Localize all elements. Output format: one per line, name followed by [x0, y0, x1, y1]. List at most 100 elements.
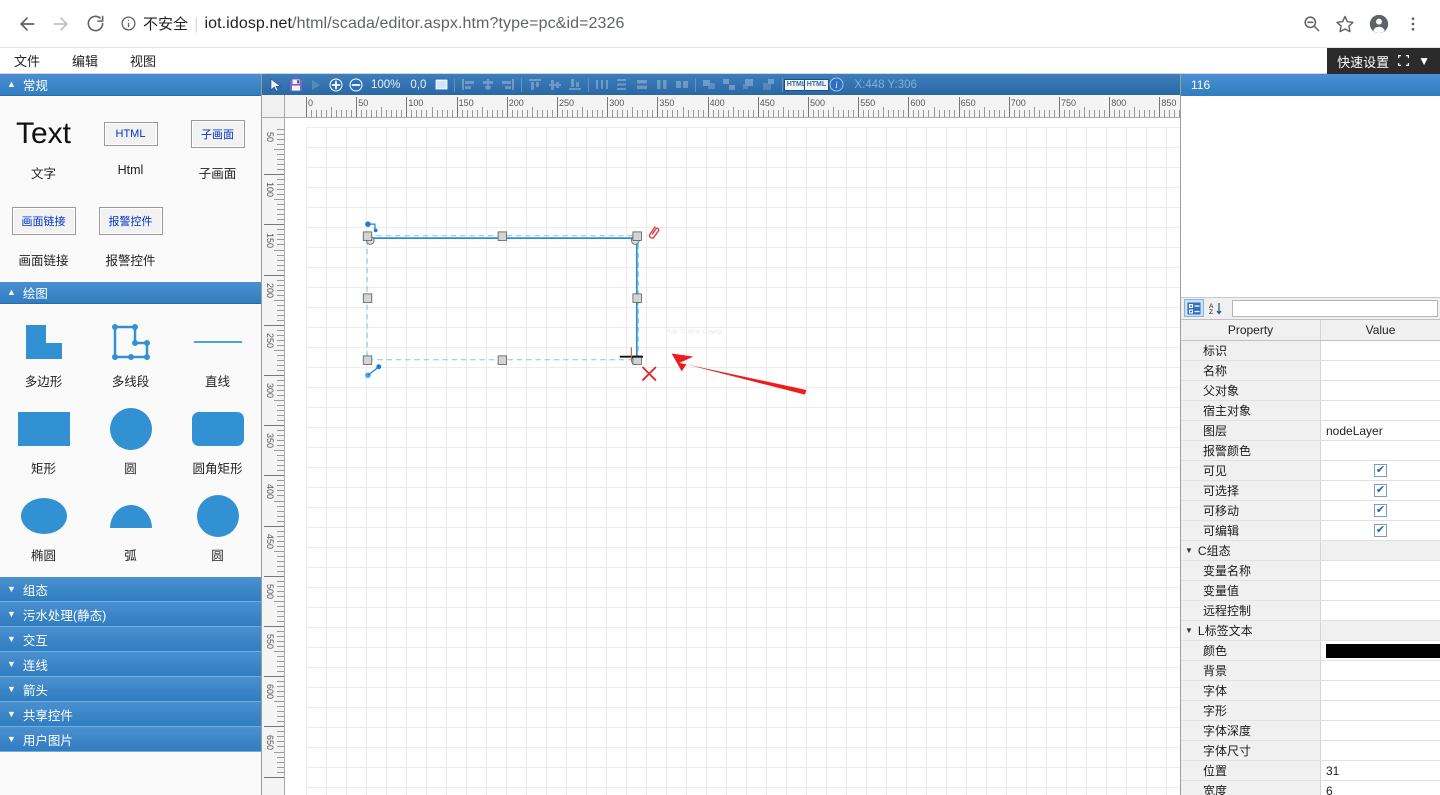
property-value[interactable]: ✔ [1321, 461, 1440, 481]
property-value[interactable] [1321, 641, 1440, 661]
fit-icon[interactable] [1397, 54, 1410, 69]
property-row-host[interactable]: 宿主对象 [1181, 401, 1440, 422]
property-row-alarm-color[interactable]: 报警颜色 [1181, 441, 1440, 462]
palette-section-zutai[interactable]: ▼ 组态 [0, 577, 261, 602]
property-row-width[interactable]: 宽度 6 [1181, 781, 1440, 795]
align-bottom-icon[interactable] [565, 75, 585, 94]
html-import-icon[interactable]: HTML [803, 75, 830, 94]
palette-item-alarm-widget[interactable]: 报警控件 报警控件 [87, 191, 174, 278]
palette-item-text[interactable]: Text 文字 [0, 104, 87, 191]
property-value[interactable] [1321, 661, 1440, 681]
palette-section-shared-widgets[interactable]: ▼ 共享控件 [0, 702, 261, 727]
property-row-font-size[interactable]: 字体尺寸 [1181, 741, 1440, 762]
distribute-v-icon[interactable] [612, 75, 632, 94]
quick-settings-button[interactable]: 快速设置 ▼ [1327, 48, 1440, 74]
palette-item-ellipse[interactable]: 椭圆 [0, 486, 87, 573]
sort-alphabetical-icon[interactable]: AZ [1206, 299, 1226, 317]
chevron-down-icon[interactable]: ▼ [1418, 55, 1430, 67]
property-row-movable[interactable]: 可移动 ✔ [1181, 501, 1440, 522]
palette-section-user-images[interactable]: ▼ 用户图片 [0, 727, 261, 752]
property-row-color[interactable]: 颜色 [1181, 641, 1440, 662]
palette-section-general-header[interactable]: ▲ 常规 [0, 74, 261, 96]
property-row-layer[interactable]: 图层 nodeLayer [1181, 421, 1440, 442]
account-icon[interactable] [1362, 7, 1396, 41]
property-value[interactable]: ✔ [1321, 481, 1440, 501]
cursor-icon[interactable] [266, 75, 286, 94]
property-value[interactable] [1321, 561, 1440, 581]
property-value[interactable] [1321, 441, 1440, 461]
run-icon[interactable] [306, 75, 326, 94]
property-row-selectable[interactable]: 可选择 ✔ [1181, 481, 1440, 502]
property-value[interactable] [1321, 341, 1440, 361]
property-value[interactable] [1321, 721, 1440, 741]
property-value[interactable] [1321, 401, 1440, 421]
palette-item-subscreen[interactable]: 子画面 子画面 [174, 104, 261, 191]
palette-item-html[interactable]: HTML Html [87, 104, 174, 191]
palette-item-rectangle[interactable]: 矩形 [0, 399, 87, 486]
ungroup-icon[interactable] [719, 75, 739, 94]
property-group-c-zutai[interactable]: ▼ C组态 [1181, 541, 1440, 562]
back-button[interactable] [10, 7, 44, 41]
palette-section-interaction[interactable]: ▼ 交互 [0, 627, 261, 652]
property-value[interactable]: 31 [1321, 761, 1440, 781]
palette-item-polygon[interactable]: 多边形 [0, 312, 87, 399]
palette-section-wastewater[interactable]: ▼ 污水处理(静态) [0, 602, 261, 627]
property-value[interactable] [1321, 361, 1440, 381]
property-row-remote-control[interactable]: 远程控制 [1181, 601, 1440, 622]
menu-item-file[interactable]: 文件 [14, 51, 40, 70]
menu-item-view[interactable]: 视图 [130, 51, 156, 70]
more-vertical-icon[interactable] [1396, 7, 1430, 41]
star-icon[interactable] [1328, 7, 1362, 41]
property-value[interactable] [1321, 741, 1440, 761]
property-value[interactable]: 6 [1321, 781, 1440, 795]
checkbox-checked[interactable]: ✔ [1374, 484, 1387, 498]
property-row-parent[interactable]: 父对象 [1181, 381, 1440, 402]
property-row-variable-value[interactable]: 变量值 [1181, 581, 1440, 602]
property-row-font-style[interactable]: 字形 [1181, 701, 1440, 722]
forward-button[interactable] [44, 7, 78, 41]
color-swatch[interactable] [1326, 643, 1440, 658]
url-text[interactable]: iot.idosp.net/html/scada/editor.aspx.htm… [204, 15, 624, 33]
same-height-icon[interactable] [652, 75, 672, 94]
palette-section-connector[interactable]: ▼ 连线 [0, 652, 261, 677]
reload-button[interactable] [78, 7, 112, 41]
save-icon[interactable] [286, 75, 306, 94]
palette-item-screen-link[interactable]: 画面链接 画面链接 [0, 191, 87, 278]
property-row-mingcheng[interactable]: 名称 [1181, 361, 1440, 382]
checkbox-checked[interactable]: ✔ [1374, 524, 1387, 538]
palette-item-circle-2[interactable]: 圆 [174, 486, 261, 573]
property-value[interactable]: ✔ [1321, 521, 1440, 541]
categorized-view-icon[interactable] [1184, 299, 1204, 318]
property-row-variable-name[interactable]: 变量名称 [1181, 561, 1440, 582]
distribute-h-icon[interactable] [592, 75, 612, 94]
property-value[interactable] [1321, 701, 1440, 721]
menu-item-edit[interactable]: 编辑 [72, 51, 98, 70]
same-width-icon[interactable] [632, 75, 652, 94]
align-middle-icon[interactable] [545, 75, 565, 94]
send-back-icon[interactable] [759, 75, 779, 94]
palette-section-arrow[interactable]: ▼ 箭头 [0, 677, 261, 702]
palette-item-line[interactable]: 直线 [174, 312, 261, 399]
checkbox-checked[interactable]: ✔ [1374, 504, 1387, 518]
property-value[interactable] [1321, 601, 1440, 621]
screen-icon[interactable] [431, 75, 451, 94]
palette-item-rounded-rectangle[interactable]: 圆角矩形 [174, 399, 261, 486]
property-row-biaoshi[interactable]: 标识 [1181, 341, 1440, 362]
property-row-visible[interactable]: 可见 ✔ [1181, 461, 1440, 482]
property-filter-input[interactable] [1232, 299, 1438, 317]
group-icon[interactable] [699, 75, 719, 94]
zoom-in-icon[interactable] [326, 75, 346, 94]
property-value[interactable]: nodeLayer [1321, 421, 1440, 441]
align-center-h-icon[interactable] [478, 75, 498, 94]
property-row-background[interactable]: 背景 [1181, 661, 1440, 682]
property-row-position[interactable]: 位置 31 [1181, 761, 1440, 782]
align-left-icon[interactable] [458, 75, 478, 94]
zoom-out-icon[interactable] [346, 75, 366, 94]
info-circle-icon[interactable] [120, 15, 137, 32]
align-top-icon[interactable] [525, 75, 545, 94]
property-row-font[interactable]: 字体 [1181, 681, 1440, 702]
checkbox-checked[interactable]: ✔ [1374, 464, 1387, 478]
property-value[interactable] [1321, 581, 1440, 601]
palette-section-drawing-header[interactable]: ▲ 绘图 [0, 282, 261, 304]
property-row-editable[interactable]: 可编辑 ✔ [1181, 521, 1440, 542]
